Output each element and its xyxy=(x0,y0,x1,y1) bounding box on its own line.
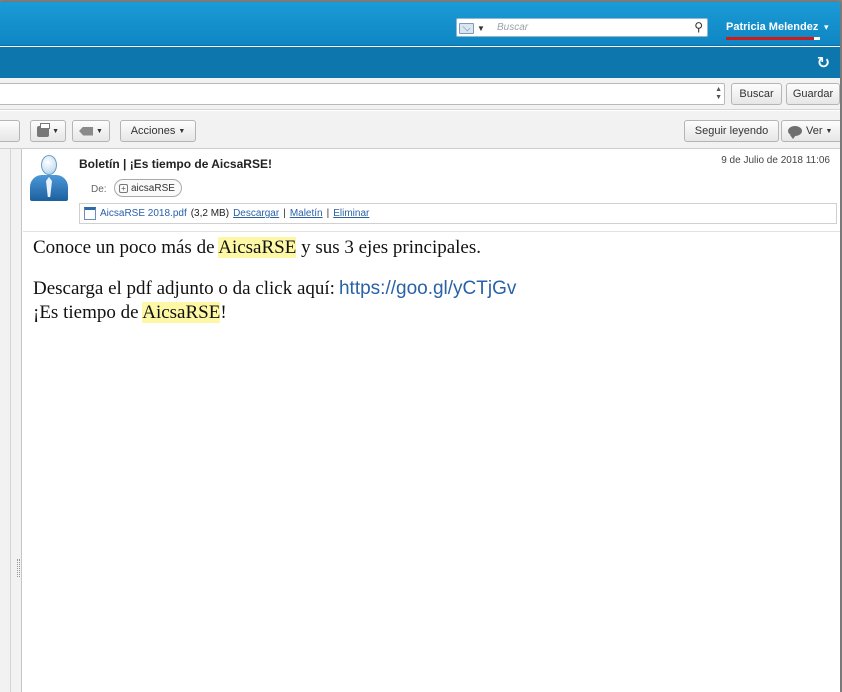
body-text: ! xyxy=(220,302,227,323)
refresh-icon[interactable]: ↻ xyxy=(817,53,830,73)
chevron-down-icon: ▼ xyxy=(825,127,833,135)
user-underline-end xyxy=(814,37,820,40)
separator: | xyxy=(326,208,330,219)
top-header-bar: ▼ Buscar ⚲ Patricia Melendez ▾ xyxy=(0,2,840,46)
actions-label: Acciones xyxy=(130,125,176,137)
body-text: y sus 3 ejes principales. xyxy=(296,237,482,258)
shortlink-url[interactable]: https://goo.gl/yCTjGv xyxy=(339,278,516,299)
delete-link[interactable]: Eliminar xyxy=(333,208,369,219)
search-button[interactable]: Buscar xyxy=(731,83,782,105)
chevron-down-icon: ▼ xyxy=(52,127,59,135)
body-text: ¡Es tiempo de xyxy=(33,302,143,323)
body-paragraph-1: Conoce un poco más de AicsaRSE y sus 3 e… xyxy=(33,236,833,260)
mail-window: ▼ Buscar ⚲ Patricia Melendez ▾ ↻ ▲ ▼ Busc… xyxy=(0,2,840,692)
highlighted-term: AicsaRSE xyxy=(142,302,221,323)
spinner-arrows-icon[interactable]: ▲ ▼ xyxy=(715,86,722,102)
from-label: De: xyxy=(91,184,107,195)
view-label: Ver xyxy=(806,125,823,137)
mail-icon xyxy=(459,22,474,34)
attachment-file-name[interactable]: AicsaRSE 2018.pdf xyxy=(100,208,187,219)
attachment-bar: AicsaRSE 2018.pdf (3,2 MB) Descargar | M… xyxy=(79,203,837,224)
message-header: Boletín | ¡Es tiempo de AicsaRSE! 9 de J… xyxy=(23,150,840,232)
comment-icon xyxy=(788,126,802,139)
message-date: 9 de Julio de 2018 11:06 xyxy=(721,155,830,166)
message-toolbar: ▼ ▼ Acciones ▼ Seguir leyendo Ver ▼ xyxy=(0,111,840,149)
sender-name: aicsaRSE xyxy=(131,182,175,194)
search-icon[interactable]: ⚲ xyxy=(694,20,703,34)
pane-resize-handle[interactable] xyxy=(17,559,20,577)
separator: | xyxy=(283,208,286,219)
actions-button[interactable]: Acciones ▼ xyxy=(120,120,196,142)
sub-header-bar: ↻ xyxy=(0,47,840,78)
body-text: Conoce un poco más de xyxy=(33,237,219,258)
search-row: ▲ ▼ Buscar Guardar xyxy=(0,78,840,110)
left-pane-strip xyxy=(0,149,22,692)
expand-plus-icon: + xyxy=(119,183,128,193)
body-paragraph-2: Descarga el pdf adjunto o da click aquí:… xyxy=(33,277,833,325)
user-underline xyxy=(726,37,814,40)
briefcase-link[interactable]: Maletín xyxy=(290,208,323,219)
search-input[interactable]: Buscar xyxy=(497,22,528,33)
user-avatar-icon xyxy=(30,155,68,201)
mail-search-input[interactable]: ▲ ▼ xyxy=(0,83,725,105)
user-menu-caret-icon[interactable]: ▾ xyxy=(824,22,829,33)
continue-reading-button[interactable]: Seguir leyendo xyxy=(684,120,779,142)
print-button[interactable]: ▼ xyxy=(30,120,66,142)
search-type-selector[interactable]: ▼ xyxy=(459,21,493,35)
pdf-file-icon xyxy=(84,207,96,220)
left-pane-divider xyxy=(10,149,11,692)
attachment-size: (3,2 MB) xyxy=(190,208,230,219)
download-link[interactable]: Descargar xyxy=(233,208,279,219)
message-body: Conoce un poco más de AicsaRSE y sus 3 e… xyxy=(33,236,833,325)
chevron-down-icon: ▼ xyxy=(477,23,485,33)
body-text: Descarga el pdf adjunto o da click aquí: xyxy=(33,278,335,299)
printer-icon xyxy=(37,122,51,137)
global-search-box[interactable]: ▼ Buscar ⚲ xyxy=(456,18,708,37)
chevron-down-icon: ▼ xyxy=(178,127,186,135)
highlighted-term: AicsaRSE xyxy=(218,237,297,258)
view-button[interactable]: Ver ▼ xyxy=(781,120,840,142)
toolbar-left-button[interactable] xyxy=(0,120,20,142)
save-button[interactable]: Guardar xyxy=(786,83,840,105)
user-menu[interactable]: Patricia Melendez xyxy=(726,21,818,33)
chevron-down-icon: ▼ xyxy=(96,127,103,135)
tag-icon xyxy=(79,126,94,136)
tag-button[interactable]: ▼ xyxy=(72,120,110,142)
sender-chip[interactable]: + aicsaRSE xyxy=(114,179,182,197)
message-subject: Boletín | ¡Es tiempo de AicsaRSE! xyxy=(79,157,272,171)
